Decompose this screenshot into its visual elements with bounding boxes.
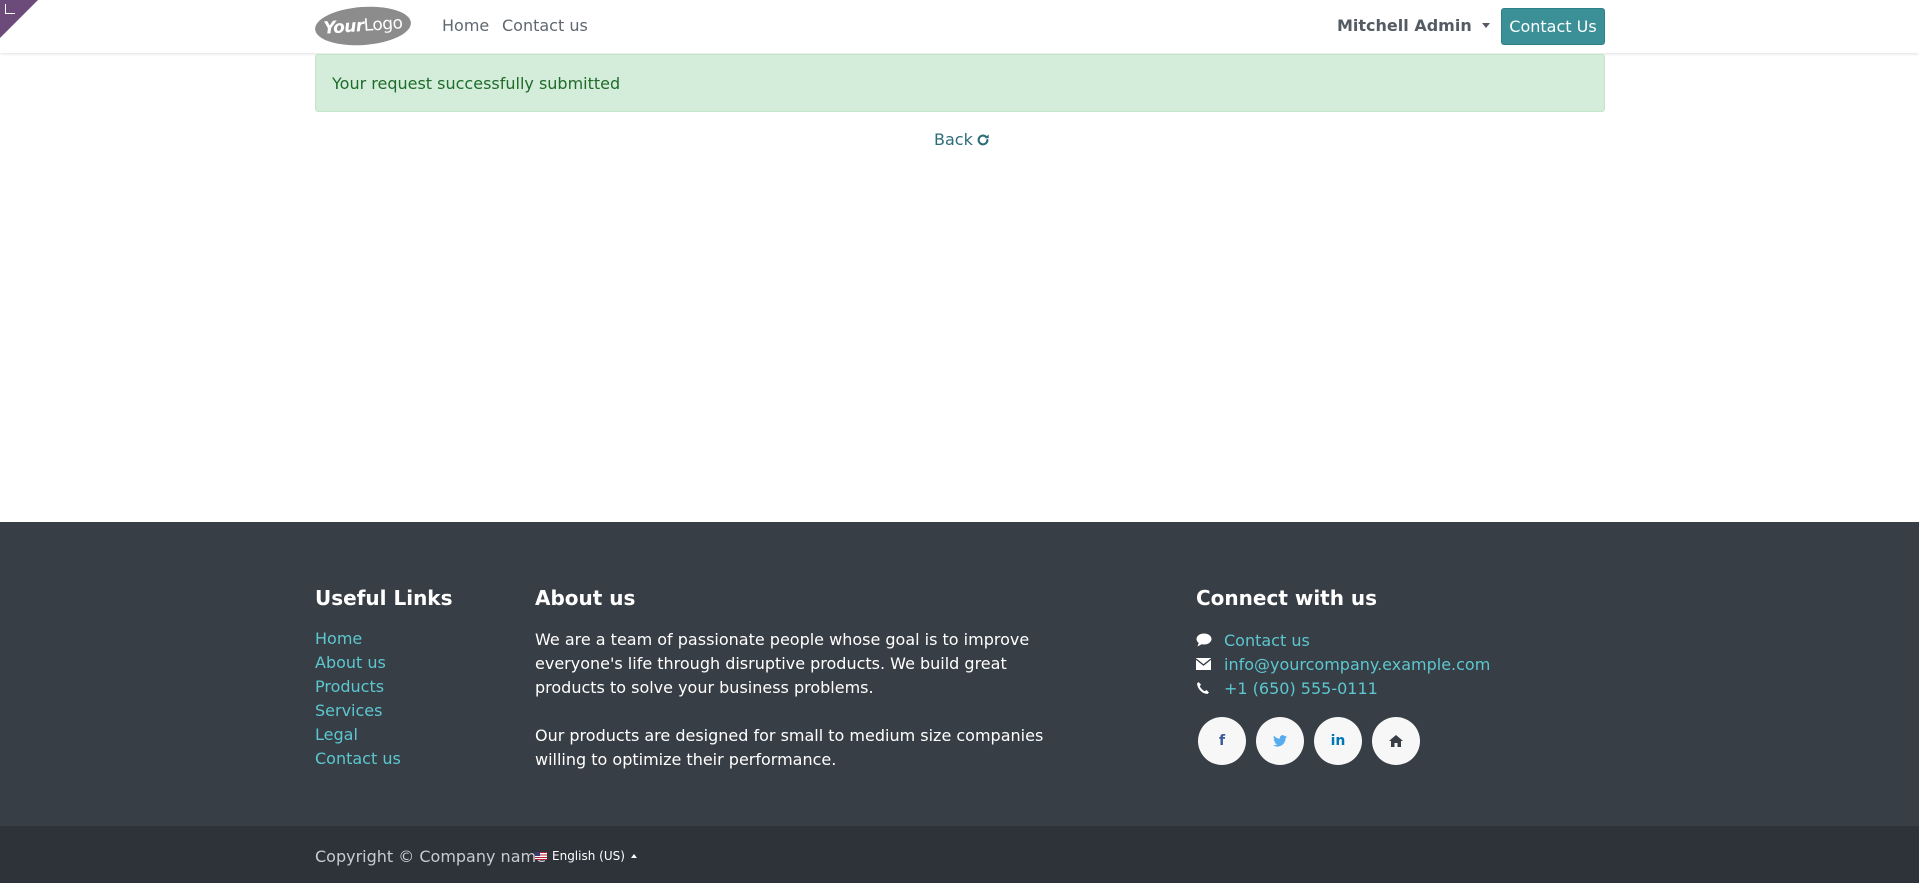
footer-link-products[interactable]: Products [315, 676, 401, 700]
connect-item-email[interactable]: info@yourcompany.example.com [1196, 652, 1490, 676]
chevron-down-icon [1481, 23, 1490, 28]
site-header: YourLogo Home Contact us Mitchell Admin … [0, 0, 1919, 53]
envelope-icon [1196, 658, 1224, 670]
about-text: We are a team of passionate people whose… [535, 628, 1055, 772]
footer-link-about-us[interactable]: About us [315, 652, 401, 676]
alert-text: Your request successfully submitted [332, 73, 621, 93]
user-menu[interactable]: Mitchell Admin [1337, 16, 1490, 35]
chevron-up-icon [630, 854, 637, 858]
edit-corner-icon [5, 4, 15, 14]
useful-links-list: Home About us Products Services Legal Co… [315, 628, 401, 772]
user-name: Mitchell Admin [1337, 16, 1472, 35]
social-links: f in [1198, 717, 1430, 765]
footer-link-legal[interactable]: Legal [315, 724, 401, 748]
useful-links-title: Useful Links [315, 586, 453, 610]
home-icon[interactable] [1372, 717, 1420, 765]
connect-item-phone[interactable]: +1 (650) 555-0111 [1196, 676, 1490, 700]
copyright-text: Copyright © Company name [315, 847, 546, 866]
back-link[interactable]: Back [934, 130, 990, 149]
about-paragraph: Our products are designed for small to m… [535, 726, 1044, 769]
connect-title: Connect with us [1196, 586, 1378, 610]
comment-icon [1196, 633, 1224, 647]
about-title: About us [535, 586, 636, 610]
back-label: Back [934, 130, 973, 149]
footer-bottom-bar [0, 826, 1919, 883]
connect-item-contact[interactable]: Contact us [1196, 628, 1490, 652]
contact-us-button[interactable]: Contact Us [1501, 8, 1605, 45]
footer-link-services[interactable]: Services [315, 700, 401, 724]
footer-link-home[interactable]: Home [315, 628, 401, 652]
language-selector[interactable]: English (US) [535, 849, 637, 863]
connect-list: Contact us info@yourcompany.example.com … [1196, 628, 1490, 700]
refresh-icon [977, 133, 989, 145]
footer-link-contact-us[interactable]: Contact us [315, 748, 401, 772]
logo-suffix: Logo [363, 13, 404, 36]
linkedin-icon[interactable]: in [1314, 717, 1362, 765]
nav-contact-us[interactable]: Contact us [502, 16, 588, 35]
success-alert: Your request successfully submitted [315, 54, 1605, 112]
us-flag-icon [535, 852, 547, 860]
nav-home[interactable]: Home [442, 16, 489, 35]
twitter-icon[interactable] [1256, 717, 1304, 765]
language-label: English (US) [552, 849, 625, 863]
facebook-icon[interactable]: f [1198, 717, 1246, 765]
phone-icon [1196, 681, 1224, 695]
about-paragraph: We are a team of passionate people whose… [535, 630, 1030, 697]
logo-prefix: Your [322, 15, 365, 39]
site-logo[interactable]: YourLogo [313, 3, 413, 49]
